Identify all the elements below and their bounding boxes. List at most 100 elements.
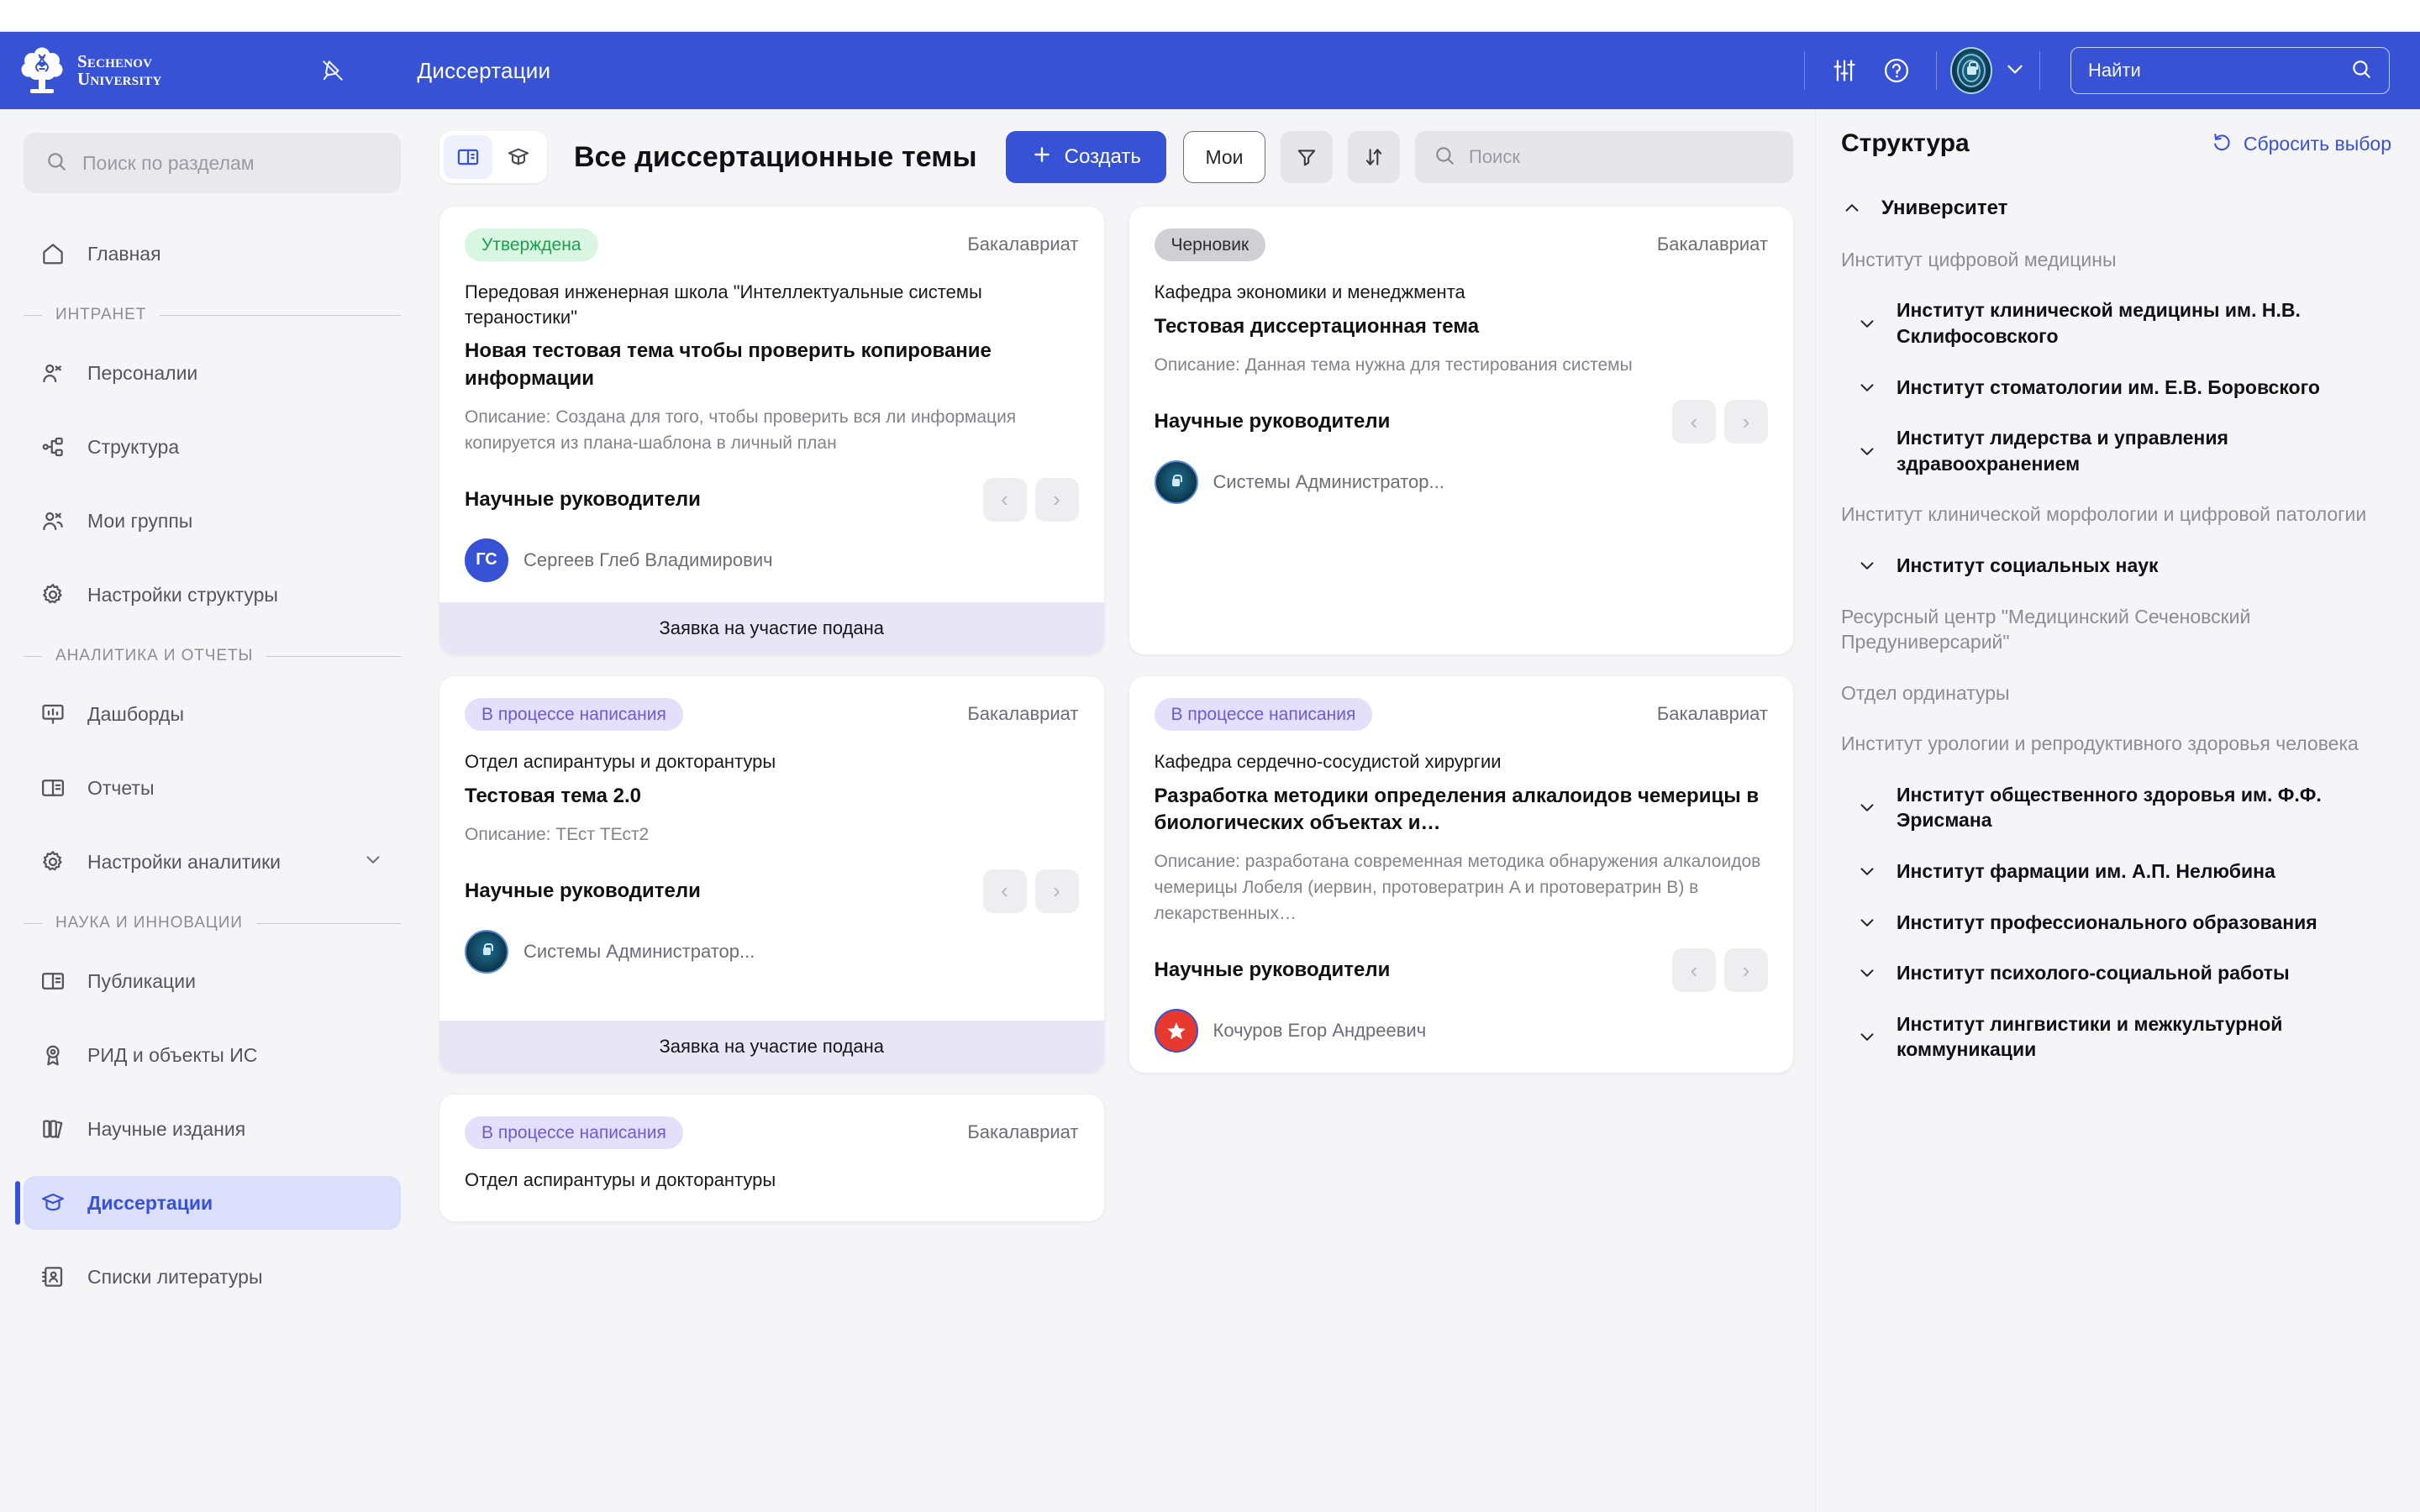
sidebar-item-13[interactable]: Научные издания	[24, 1102, 401, 1156]
structure-node[interactable]: Институт клинической медицины им. Н.В. С…	[1841, 297, 2391, 349]
card-title: Разработка методики определения алкалоид…	[1154, 784, 1760, 834]
structure-node[interactable]: Институт клинической морфологии и цифров…	[1841, 501, 2391, 528]
structure-node[interactable]: Отдел ординатуры	[1841, 680, 2391, 706]
chevron-down-icon[interactable]	[1856, 376, 1878, 398]
chevron-right-icon[interactable]: ›	[1034, 869, 1079, 913]
pin-off-icon[interactable]	[313, 51, 352, 90]
card-description: Описание: Создана для того, чтобы провер…	[465, 407, 1017, 453]
sidebar-item-12[interactable]: РИД и объекты ИС	[24, 1028, 401, 1082]
view-mode-toggle	[439, 131, 547, 183]
supervisor-row[interactable]: Системы Администратор...	[465, 929, 1079, 974]
chevron-left-icon[interactable]: ‹	[982, 869, 1027, 913]
dissertation-card[interactable]: Утверждена Бакалавриат Передовая инженерна…	[439, 207, 1104, 654]
chevron-left-icon[interactable]: ‹	[1672, 948, 1716, 993]
chevron-down-icon[interactable]	[1856, 312, 1878, 334]
sidebar-search-input[interactable]: Поиск по разделам	[82, 152, 255, 175]
structure-node[interactable]: Институт цифровой медицины	[1841, 247, 2391, 273]
sidebar-search[interactable]: Поиск по разделам	[24, 133, 401, 193]
group-rule	[266, 655, 401, 657]
structure-node-label: Институт урологии и репродуктивного здор…	[1841, 732, 2359, 755]
content-search-input[interactable]: Поиск	[1469, 146, 1520, 168]
sidebar-item-0[interactable]: Главная	[24, 227, 401, 281]
header-divider-2	[1936, 51, 1937, 90]
brand-logo[interactable]: Sechenov University	[18, 47, 162, 94]
structure-node[interactable]: Институт профессионального образования	[1841, 910, 2391, 936]
sidebar-nav-list: Главная ИНТРАНЕТ Персоналии Структура Мои гр…	[15, 227, 401, 1304]
sidebar-item-14[interactable]: Диссертации	[15, 1176, 401, 1230]
structure-node[interactable]: Институт лидерства и управления здравоох…	[1841, 425, 2391, 476]
toolbar-right-actions: Мои Поиск	[1183, 131, 1793, 183]
structure-node[interactable]: Институт психолого-социальной работы	[1841, 960, 2391, 986]
structure-node[interactable]: Ресурсный центр "Медицинский Сеченовский…	[1841, 604, 2391, 655]
content-search[interactable]: Поиск	[1415, 131, 1793, 183]
supervisor-row[interactable]: Системы Администратор...	[1154, 460, 1769, 505]
sidebar-item-8[interactable]: Отчеты	[24, 761, 401, 815]
sidebar-item-5[interactable]: Настройки структуры	[24, 568, 401, 622]
sidebar-item-11[interactable]: Публикации	[24, 954, 401, 1008]
sidebar: Поиск по разделам Главная ИНТРАНЕТ Персона…	[0, 109, 424, 1512]
structure-node-label: Институт психолого-социальной работы	[1897, 962, 2290, 984]
supervisor-carousel-controls: ‹ ›	[1672, 948, 1768, 993]
create-button[interactable]: Создать	[1005, 131, 1166, 183]
sidebar-item-label: Персоналии	[87, 361, 198, 384]
sidebar-item-2[interactable]: Персоналии	[24, 346, 401, 400]
search-icon	[1434, 144, 1455, 171]
filter-icon[interactable]	[1281, 131, 1333, 183]
book-open-icon	[40, 775, 66, 801]
chevron-left-icon[interactable]: ‹	[1672, 400, 1716, 444]
chevron-down-icon[interactable]	[1856, 440, 1878, 462]
chevron-down-icon[interactable]	[1856, 911, 1878, 933]
chevron-right-icon[interactable]: ›	[1034, 477, 1079, 522]
chevron-down-icon[interactable]	[1856, 962, 1878, 984]
sidebar-item-15[interactable]: Списки литературы	[24, 1250, 401, 1304]
help-circle-icon[interactable]	[1870, 47, 1923, 94]
sidebar-item-4[interactable]: Мои группы	[24, 494, 401, 548]
structure-node[interactable]: Институт социальных наук	[1841, 553, 2391, 579]
chevron-down-icon[interactable]	[362, 848, 384, 875]
sort-icon[interactable]	[1348, 131, 1400, 183]
view-mode-cap-button[interactable]	[494, 135, 543, 179]
sliders-icon[interactable]	[1818, 47, 1870, 94]
supervisor-carousel-controls: ‹ ›	[1672, 400, 1768, 444]
structure-node-label: Институт профессионального образования	[1897, 911, 2317, 933]
supervisor-row[interactable]: Кочуров Егор Андреевич	[1154, 1009, 1769, 1053]
dissertation-card[interactable]: В процессе написания Бакалавриат Кафедра с…	[1128, 675, 1793, 1074]
sidebar-item-label: Главная	[87, 242, 161, 265]
structure-header: Структура Сбросить выбор	[1841, 129, 2391, 158]
supervisor-name: Сергеев Глеб Владимирович	[523, 549, 773, 570]
structure-node-label: Институт цифровой медицины	[1841, 248, 2117, 270]
degree-label: Бакалавриат	[1656, 702, 1768, 724]
header-search[interactable]: Найти	[2070, 47, 2390, 94]
view-mode-book-button[interactable]	[444, 135, 492, 179]
structure-node[interactable]: Университет	[1841, 195, 2391, 222]
structure-node[interactable]: Институт стоматологии им. Е.В. Боровског…	[1841, 375, 2391, 401]
sidebar-item-3[interactable]: Структура	[24, 420, 401, 474]
chevron-down-icon[interactable]	[1856, 796, 1878, 818]
chevron-left-icon[interactable]: ‹	[982, 477, 1027, 522]
supervisor-name: Кочуров Егор Андреевич	[1213, 1020, 1427, 1042]
structure-node[interactable]: Институт урологии и репродуктивного здор…	[1841, 731, 2391, 757]
dissertation-card[interactable]: Черновик Бакалавриат Кафедра экономики и м…	[1128, 207, 1793, 654]
chevron-down-icon[interactable]	[1856, 1026, 1878, 1047]
chevron-right-icon[interactable]: ›	[1724, 400, 1768, 444]
supervisors-label: Научные руководители	[1154, 410, 1391, 433]
sidebar-item-7[interactable]: Дашборды	[24, 687, 401, 741]
supervisor-row[interactable]: ГС Сергеев Глеб Владимирович	[465, 538, 1079, 582]
chevron-up-icon[interactable]	[1841, 197, 1863, 219]
sidebar-group-1: ИНТРАНЕТ	[24, 306, 401, 324]
structure-node[interactable]: Институт фармации им. А.П. Нелюбина	[1841, 858, 2391, 885]
sidebar-item-label: Научные издания	[87, 1117, 246, 1140]
header-search-input[interactable]: Найти	[2088, 60, 2342, 81]
chevron-down-icon[interactable]	[1856, 860, 1878, 882]
structure-node[interactable]: Институт общественного здоровья им. Ф.Ф.…	[1841, 782, 2391, 833]
dissertation-card[interactable]: В процессе написания Бакалавриат Отдел асп…	[439, 1095, 1104, 1222]
mine-filter-button[interactable]: Мои	[1183, 131, 1265, 183]
group-rule	[160, 314, 401, 316]
user-menu[interactable]	[1950, 47, 2026, 94]
sidebar-item-9[interactable]: Настройки аналитики	[24, 835, 401, 889]
dissertation-card[interactable]: В процессе написания Бакалавриат Отдел асп…	[439, 675, 1104, 1074]
chevron-down-icon[interactable]	[1856, 554, 1878, 576]
chevron-right-icon[interactable]: ›	[1724, 948, 1768, 993]
structure-node[interactable]: Институт лингвистики и межкультурной ком…	[1841, 1011, 2391, 1063]
reset-selection-button[interactable]: Сбросить выбор	[2212, 131, 2391, 157]
